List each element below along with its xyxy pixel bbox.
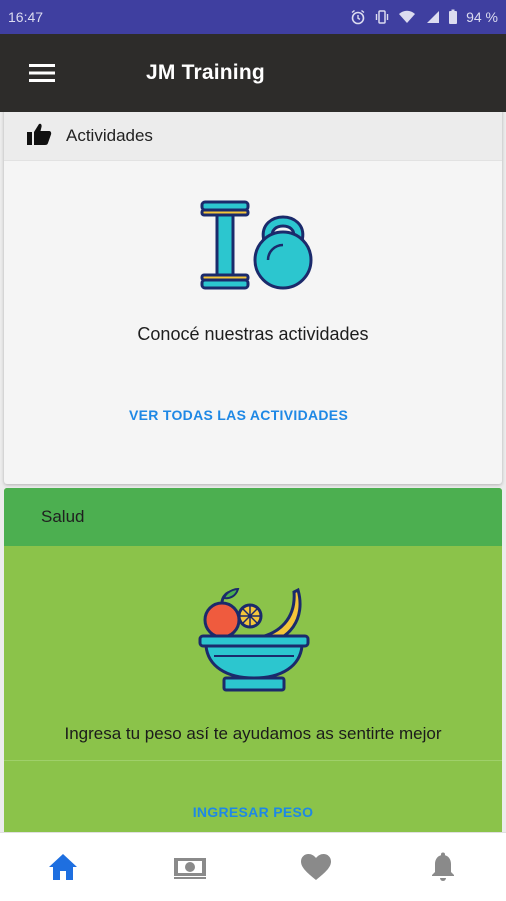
bottom-navigation	[0, 832, 506, 901]
health-card: Salud Ingresa tu peso así te ayudamos as…	[4, 488, 502, 832]
fruit-bowl-icon	[198, 584, 310, 701]
health-description: Ingresa tu peso así te ayudamos as senti…	[64, 724, 442, 743]
heart-icon	[301, 854, 332, 880]
battery-icon	[448, 9, 458, 25]
activities-card: Actividades Conocé nuestras actividades …	[4, 112, 502, 484]
nav-payments[interactable]	[160, 837, 220, 897]
activities-card-header: Actividades	[4, 112, 502, 161]
status-time: 16:47	[8, 9, 44, 25]
health-divider	[4, 760, 502, 761]
thumbs-up-icon	[26, 122, 52, 151]
nav-favorites[interactable]	[286, 837, 346, 897]
battery-level: 94 %	[466, 9, 498, 25]
health-card-header: Salud	[4, 488, 502, 546]
dumbbell-kettlebell-icon	[198, 198, 316, 303]
nav-notifications[interactable]	[413, 837, 473, 897]
status-icons: 94 %	[350, 9, 498, 25]
wifi-icon	[398, 9, 416, 25]
status-bar: 16:47 94 %	[0, 0, 506, 34]
nav-home[interactable]	[33, 837, 93, 897]
alarm-icon	[350, 9, 366, 25]
enter-weight-link[interactable]: INGRESAR PESO	[4, 804, 502, 820]
health-card-title: Salud	[41, 507, 85, 526]
activities-description: Conocé nuestras actividades	[137, 324, 369, 344]
activities-card-title: Actividades	[66, 126, 153, 145]
app-title: JM Training	[146, 61, 265, 84]
money-icon	[173, 858, 206, 879]
signal-icon	[424, 9, 440, 25]
main-content: Actividades Conocé nuestras actividades …	[0, 112, 506, 832]
vibrate-icon	[374, 9, 390, 25]
hamburger-icon	[29, 64, 55, 82]
menu-button[interactable]	[20, 51, 64, 95]
bell-icon	[431, 852, 454, 881]
home-icon	[49, 854, 78, 880]
app-bar: JM Training	[0, 34, 506, 112]
view-all-activities-link[interactable]: VER TODAS LAS ACTIVIDADES	[129, 407, 348, 423]
